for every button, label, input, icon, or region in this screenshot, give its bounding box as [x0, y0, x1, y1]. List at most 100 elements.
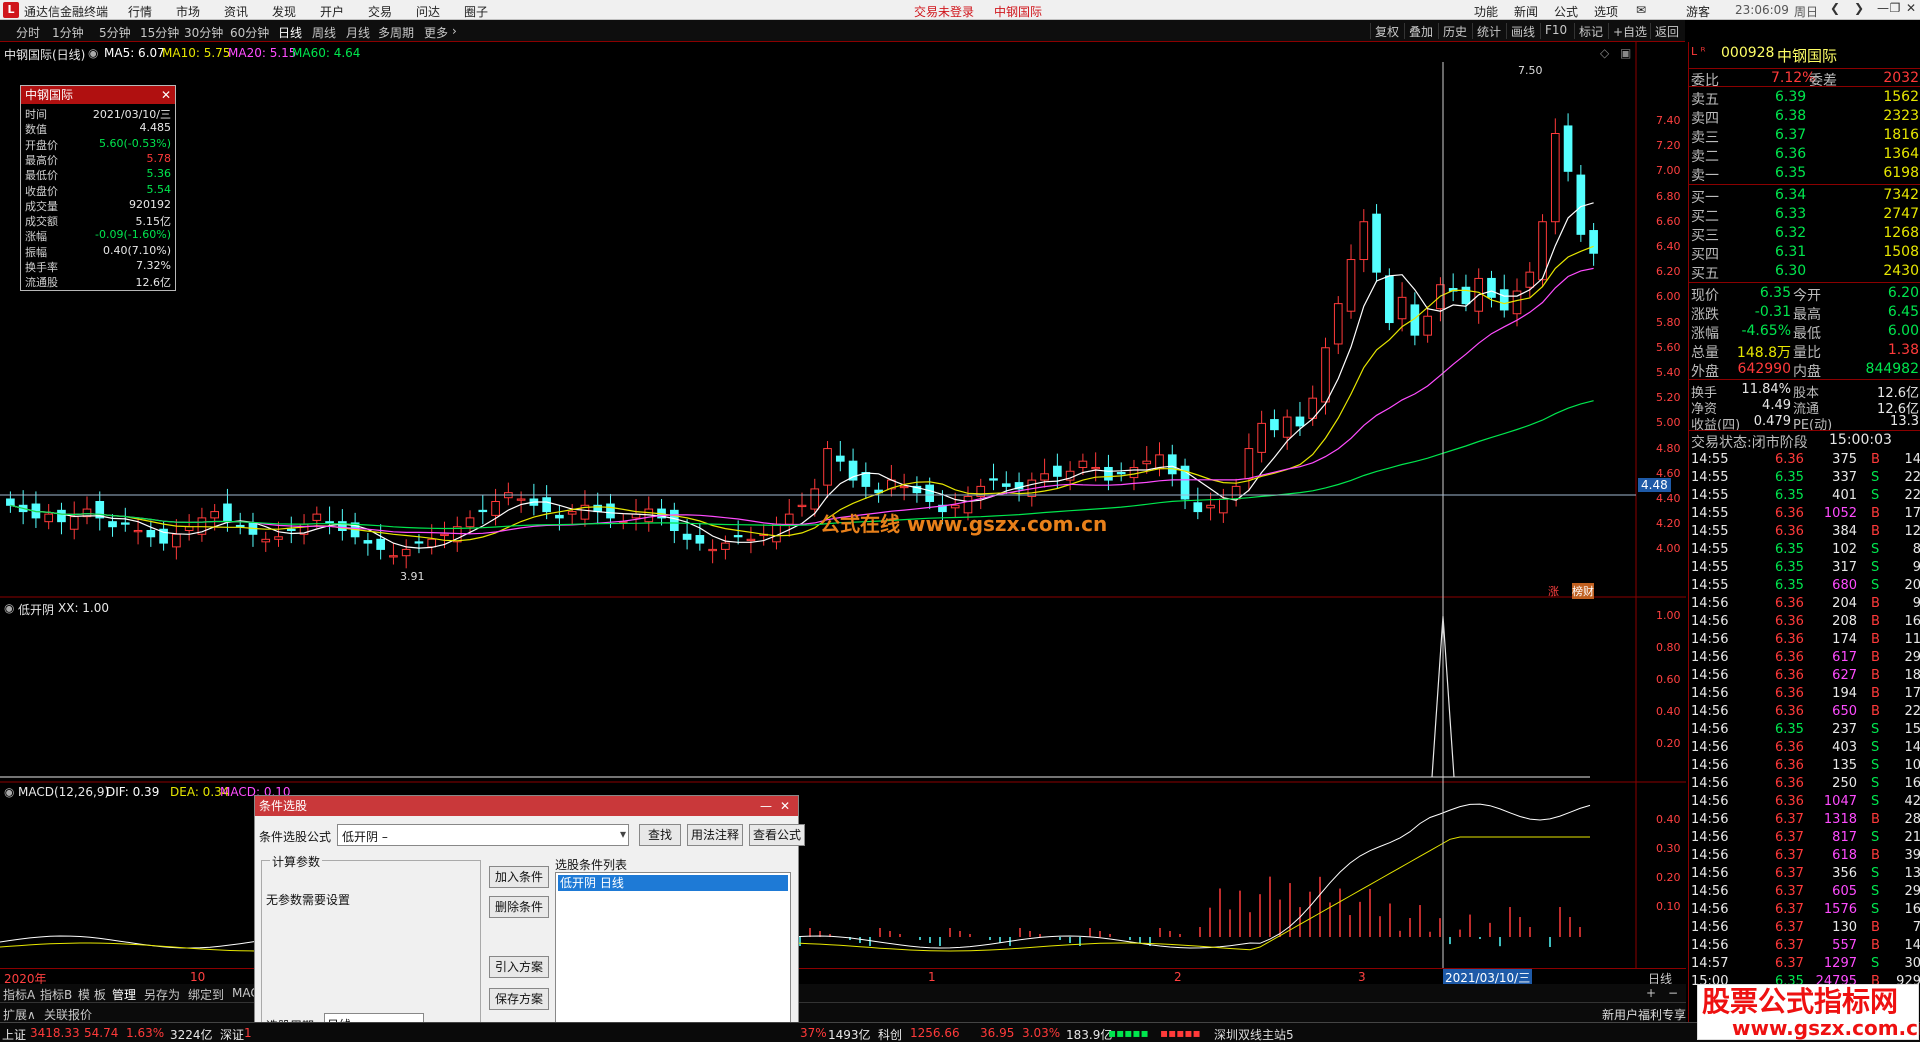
candle-body[interactable]	[1116, 472, 1126, 475]
candle-body[interactable]	[1193, 502, 1203, 513]
candle-body[interactable]	[1397, 296, 1407, 320]
candle-body[interactable]	[1257, 422, 1266, 453]
candle-body[interactable]	[1589, 230, 1598, 254]
sell-level[interactable]: 卖二 6.36 1364	[1689, 145, 1920, 165]
status-item[interactable]: 上证	[2, 1026, 26, 1042]
candle-body[interactable]	[235, 524, 245, 528]
sell-level[interactable]: 卖一 6.35 6198	[1689, 164, 1920, 184]
menu-item-trade[interactable]: 交易	[368, 3, 392, 20]
menu-item-quotes[interactable]: 行情	[128, 3, 152, 20]
condition-list-item[interactable]: 低开阴 日线	[558, 875, 788, 891]
tab-extend[interactable]: 扩展∧	[3, 1006, 36, 1023]
buy-level[interactable]: 买三 6.32 1268	[1689, 224, 1920, 244]
status-item[interactable]: 1.63%	[126, 1026, 164, 1040]
ranking-tag[interactable]: 榜财	[1572, 583, 1594, 599]
candle-body[interactable]	[1219, 498, 1228, 514]
popup-close-icon[interactable]: ✕	[161, 86, 171, 104]
candle-body[interactable]	[44, 513, 54, 523]
candle-body[interactable]	[1091, 466, 1100, 470]
candle-body[interactable]	[108, 521, 117, 528]
candle-body[interactable]	[401, 548, 411, 557]
sell-level[interactable]: 卖四 6.38 2323	[1689, 107, 1920, 127]
buy-level[interactable]: 买五 6.30 2430	[1689, 262, 1920, 282]
candle-body[interactable]	[810, 488, 820, 510]
candle-body[interactable]	[1244, 448, 1254, 480]
candle-body[interactable]	[6, 498, 15, 506]
candle-body[interactable]	[286, 528, 296, 531]
delete-condition-button[interactable]: 删除条件	[489, 896, 549, 918]
status-item[interactable]: 183.9亿	[1066, 1026, 1112, 1042]
candle-body[interactable]	[1231, 485, 1241, 500]
candle-body[interactable]	[861, 472, 871, 487]
menu-item-open-account[interactable]: 开户	[320, 3, 344, 20]
menu-item-market[interactable]: 市场	[176, 3, 200, 20]
rise-tag[interactable]: 涨	[1548, 583, 1559, 599]
status-item[interactable]: 3224亿	[170, 1026, 213, 1042]
tab-template[interactable]: 模 板	[78, 986, 106, 1003]
candle-body[interactable]	[721, 542, 730, 550]
tab-indicator-b[interactable]: 指标B	[40, 986, 72, 1003]
usage-notes-button[interactable]: 用法注释	[687, 824, 743, 846]
tab-bind-to[interactable]: 绑定到	[188, 986, 224, 1003]
candle-body[interactable]	[1461, 286, 1471, 305]
candle-body[interactable]	[925, 484, 935, 503]
sub2-settings-icon[interactable]: ◉	[4, 785, 14, 799]
candle-body[interactable]	[223, 503, 232, 523]
candle-body[interactable]	[414, 541, 424, 544]
candle-body[interactable]	[746, 538, 756, 542]
status-item[interactable]: 37%	[800, 1026, 827, 1040]
candle-body[interactable]	[261, 538, 271, 543]
settings-circle-icon[interactable]: ◉	[88, 46, 98, 60]
candlestick-chart[interactable]	[6, 113, 1598, 569]
menu-item-circle[interactable]: 圈子	[464, 3, 488, 20]
status-item[interactable]: 1493亿	[828, 1026, 871, 1042]
candle-body[interactable]	[376, 538, 385, 550]
candle-body[interactable]	[1499, 289, 1509, 311]
menu-item-options[interactable]: 选项	[1594, 3, 1618, 20]
candle-body[interactable]	[567, 511, 577, 515]
period-tab-more[interactable]: 更多	[424, 24, 448, 41]
period-tab-15min[interactable]: 15分钟	[140, 24, 179, 41]
candle-body[interactable]	[1167, 454, 1177, 475]
tool-drawline[interactable]: 画线	[1506, 23, 1539, 39]
candle-body[interactable]	[708, 548, 717, 552]
forward-icon[interactable]: ❯	[1846, 1, 1872, 19]
zoom-in-icon[interactable]: +	[1646, 986, 1656, 1000]
promo-link[interactable]: 新用户福利专享	[1602, 1006, 1686, 1023]
menu-item-discover[interactable]: 发现	[272, 3, 296, 20]
status-item[interactable]: 1256.66	[910, 1026, 960, 1040]
candle-body[interactable]	[133, 529, 143, 533]
dialog-close-icon[interactable]: ✕	[780, 796, 790, 816]
candle-body[interactable]	[542, 497, 551, 513]
candle-body[interactable]	[1384, 275, 1394, 324]
chevron-down-icon[interactable]: ▾	[620, 827, 626, 841]
sell-level[interactable]: 卖五 6.39 1562	[1689, 88, 1920, 108]
tab-save-as[interactable]: 另存为	[144, 986, 180, 1003]
more-chevron-icon[interactable]: ›	[452, 24, 457, 38]
find-button[interactable]: 查找	[639, 824, 681, 846]
tab-related-quote[interactable]: 关联报价	[44, 1006, 92, 1023]
tool-statistics[interactable]: 统计	[1472, 23, 1505, 39]
buy-level[interactable]: 买一 6.34 7342	[1689, 186, 1920, 206]
save-plan-button[interactable]: 保存方案	[489, 988, 549, 1010]
period-tab-60min[interactable]: 60分钟	[230, 24, 269, 41]
candle-body[interactable]	[146, 529, 156, 538]
candle-body[interactable]	[1487, 277, 1496, 298]
period-tab-1min[interactable]: 1分钟	[52, 24, 84, 41]
candle-body[interactable]	[784, 513, 794, 525]
tool-history[interactable]: 历史	[1438, 23, 1471, 39]
candle-body[interactable]	[835, 455, 845, 462]
candle-body[interactable]	[69, 516, 79, 530]
candle-body[interactable]	[1078, 460, 1088, 468]
candle-body[interactable]	[1129, 466, 1139, 479]
candle-body[interactable]	[338, 521, 347, 531]
tab-manage[interactable]: 管理	[112, 986, 136, 1003]
menu-item-layout[interactable]: 新闻	[1514, 3, 1538, 20]
buy-level[interactable]: 买四 6.31 1508	[1689, 243, 1920, 263]
candle-info-popup[interactable]: 中钢国际 ✕ 时间 2021/03/10/三 数值 4.485 开盘价 5.60(-0.53…	[20, 85, 176, 291]
tool-back[interactable]: 返回	[1650, 23, 1683, 39]
menu-item-function[interactable]: 功能	[1474, 3, 1498, 20]
close-icon[interactable]: ✕	[1898, 1, 1920, 19]
add-condition-button[interactable]: 加入条件	[489, 866, 549, 888]
candle-body[interactable]	[465, 517, 475, 528]
